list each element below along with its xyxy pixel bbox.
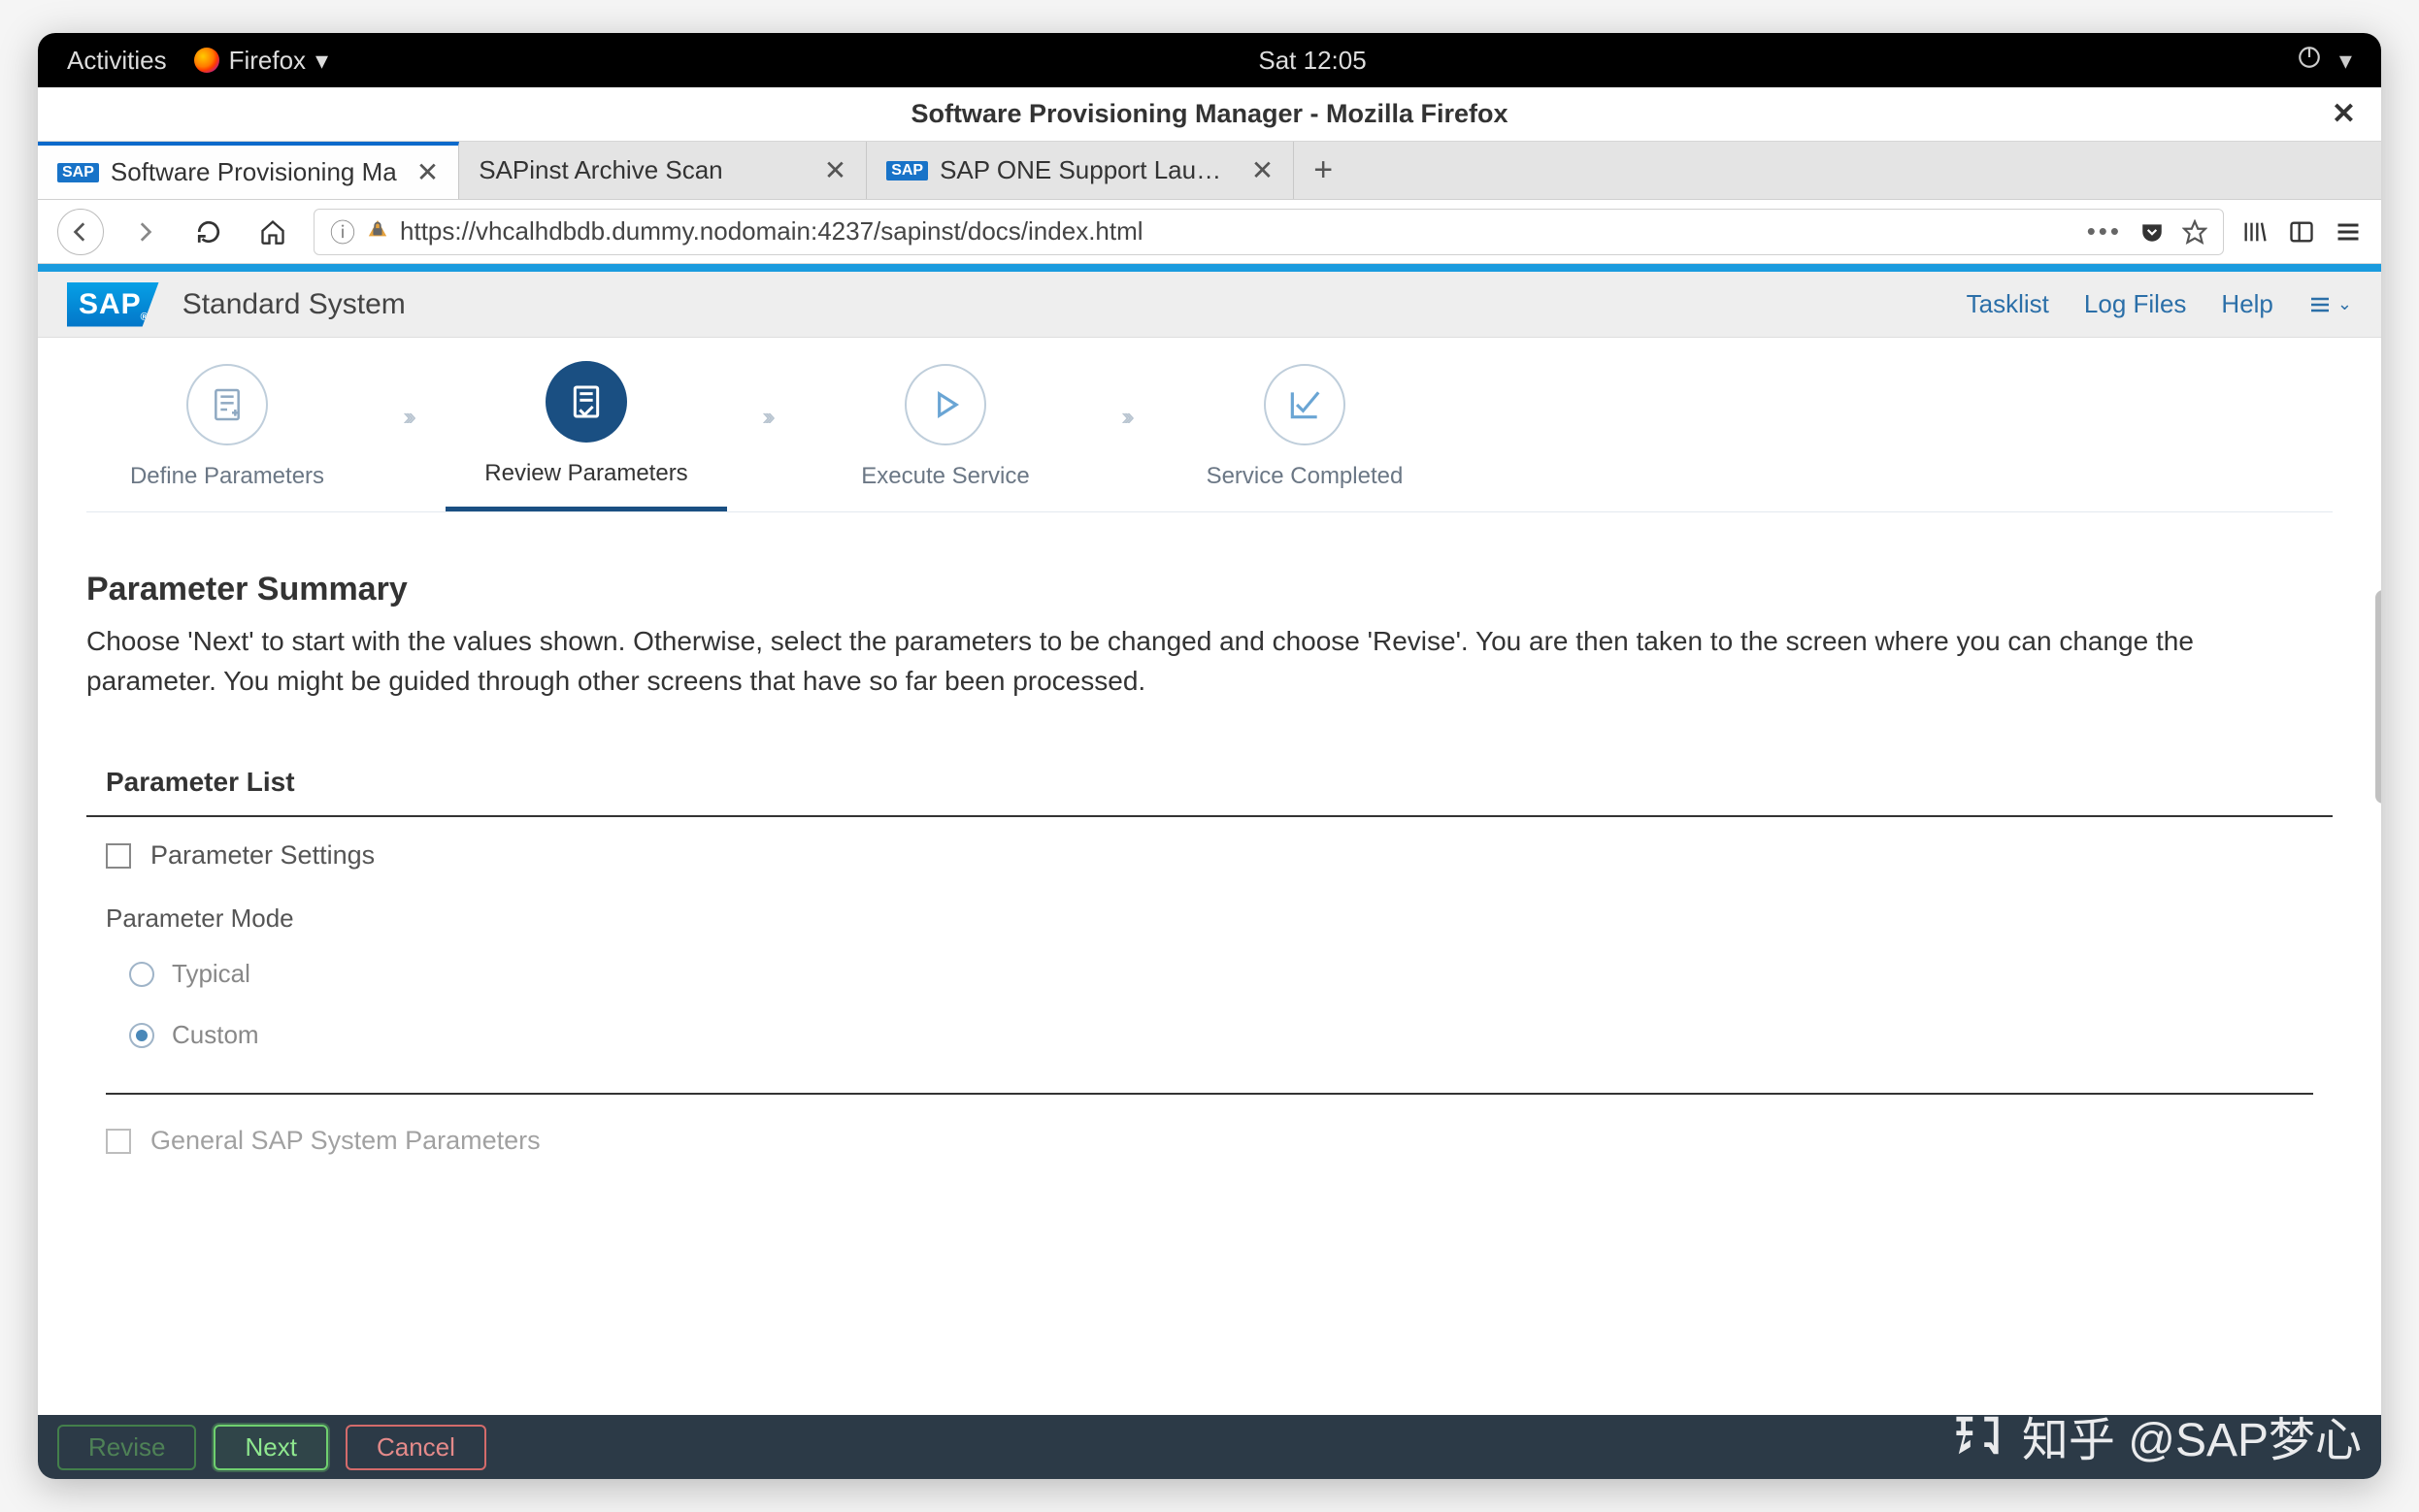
tab[interactable]: SAPinst Archive Scan ✕	[459, 142, 867, 199]
more-icon[interactable]: •••	[2087, 216, 2122, 247]
firefox-icon	[194, 48, 219, 73]
sap-logo: SAP®	[67, 282, 159, 327]
help-link[interactable]: Help	[2221, 289, 2272, 319]
parameter-section-row[interactable]: Parameter Settings	[86, 817, 2333, 894]
sap-page-title: Standard System	[182, 288, 406, 321]
document-plus-icon	[186, 364, 268, 445]
document-check-icon	[546, 361, 627, 443]
step-label: Service Completed	[1207, 463, 1404, 490]
section-description: Choose 'Next' to start with the values s…	[86, 622, 2222, 701]
content-area: Parameter Summary Choose 'Next' to start…	[38, 512, 2381, 1415]
checkbox[interactable]	[106, 1129, 131, 1154]
browser-tabs: SAP Software Provisioning Ma ✕ SAPinst A…	[38, 142, 2381, 200]
tab[interactable]: SAP SAP ONE Support Launch ✕	[867, 142, 1294, 199]
close-tab-icon[interactable]: ✕	[1243, 154, 1274, 186]
chevron-right-icon: ›››	[403, 402, 411, 432]
url-text: https://vhcalhdbdb.dummy.nodomain:4237/s…	[400, 216, 2075, 247]
checkbox[interactable]	[106, 843, 131, 869]
tab-label: SAP ONE Support Launch	[940, 155, 1232, 185]
radio-typical: Typical	[86, 943, 2333, 1004]
radio-icon	[129, 1023, 154, 1048]
checkbox-icon	[1264, 364, 1345, 445]
step-label: Review Parameters	[484, 460, 687, 487]
back-button[interactable]	[57, 209, 104, 255]
zhihu-icon	[1948, 1412, 2006, 1459]
cancel-button[interactable]: Cancel	[346, 1425, 486, 1470]
sap-favicon: SAP	[57, 163, 99, 182]
radio-label: Typical	[172, 959, 250, 989]
step-label: Execute Service	[861, 463, 1029, 490]
step-execute[interactable]: Execute Service	[805, 364, 1086, 509]
sidebar-icon[interactable]	[2288, 218, 2315, 246]
section-heading: Parameter Summary	[86, 571, 2333, 608]
footer-bar: Revise Next Cancel 知乎 @SAP梦心	[38, 1415, 2381, 1479]
step-review[interactable]: Review Parameters	[446, 361, 727, 511]
activities-button[interactable]: Activities	[67, 46, 167, 76]
divider	[106, 1093, 2313, 1095]
next-button[interactable]: Next	[214, 1425, 327, 1470]
chevron-down-icon: ▾	[315, 46, 328, 76]
new-tab-button[interactable]: +	[1294, 142, 1352, 199]
close-tab-icon[interactable]: ✕	[816, 154, 846, 186]
parameter-mode-label: Parameter Mode	[86, 894, 2333, 943]
logfiles-link[interactable]: Log Files	[2084, 289, 2187, 319]
sap-accent-bar	[38, 264, 2381, 272]
pocket-icon[interactable]	[2139, 219, 2165, 245]
section-label: Parameter Settings	[150, 840, 375, 871]
scrollbar[interactable]	[2375, 590, 2381, 804]
step-label: Define Parameters	[130, 463, 324, 490]
close-tab-icon[interactable]: ✕	[409, 156, 439, 188]
radio-custom: Custom	[86, 1004, 2333, 1066]
bookmark-star-icon[interactable]	[2182, 219, 2207, 245]
window-titlebar: Software Provisioning Manager - Mozilla …	[38, 87, 2381, 142]
parameter-section-row[interactable]: General SAP System Parameters	[86, 1102, 2333, 1179]
chevron-down-icon[interactable]: ▾	[2339, 46, 2352, 76]
reload-button[interactable]	[185, 209, 232, 255]
power-icon[interactable]	[2297, 45, 2322, 77]
section-label: General SAP System Parameters	[150, 1126, 541, 1156]
radio-icon	[129, 962, 154, 987]
clock[interactable]: Sat 12:05	[1258, 46, 1366, 76]
step-define[interactable]: Define Parameters	[86, 364, 368, 509]
lock-warning-icon[interactable]	[367, 216, 388, 247]
sap-menu-button[interactable]: ⌄	[2308, 293, 2352, 316]
app-label: Firefox	[229, 46, 306, 76]
radio-label: Custom	[172, 1020, 259, 1050]
tasklist-link[interactable]: Tasklist	[1967, 289, 2049, 319]
step-complete[interactable]: Service Completed	[1164, 364, 1445, 509]
revise-button[interactable]: Revise	[57, 1425, 196, 1470]
app-menu[interactable]: Firefox ▾	[194, 46, 329, 76]
sap-header: SAP® Standard System Tasklist Log Files …	[38, 272, 2381, 338]
wizard-steps: Define Parameters ››› Review Parameters …	[38, 338, 2381, 511]
tab-active[interactable]: SAP Software Provisioning Ma ✕	[38, 142, 459, 199]
parameter-list-heading: Parameter List	[86, 767, 2333, 817]
tab-label: Software Provisioning Ma	[111, 157, 397, 187]
sap-favicon: SAP	[886, 161, 928, 181]
forward-button[interactable]	[121, 209, 168, 255]
close-window-button[interactable]: ✕	[2332, 97, 2356, 131]
window-title: Software Provisioning Manager - Mozilla …	[911, 99, 1508, 129]
chevron-down-icon: ⌄	[2337, 294, 2352, 314]
watermark: 知乎 @SAP梦心	[1948, 1401, 2362, 1469]
info-icon[interactable]: ⓘ	[330, 214, 355, 249]
hamburger-menu-icon[interactable]	[2335, 218, 2362, 246]
play-icon	[905, 364, 986, 445]
url-bar[interactable]: ⓘ https://vhcalhdbdb.dummy.nodomain:4237…	[314, 209, 2224, 255]
home-button[interactable]	[249, 209, 296, 255]
gnome-top-bar: Activities Firefox ▾ Sat 12:05 ▾	[38, 33, 2381, 87]
library-icon[interactable]	[2241, 218, 2269, 246]
browser-toolbar: ⓘ https://vhcalhdbdb.dummy.nodomain:4237…	[38, 200, 2381, 264]
chevron-right-icon: ›››	[762, 402, 770, 432]
chevron-right-icon: ›››	[1121, 402, 1129, 432]
tab-label: SAPinst Archive Scan	[479, 155, 805, 185]
